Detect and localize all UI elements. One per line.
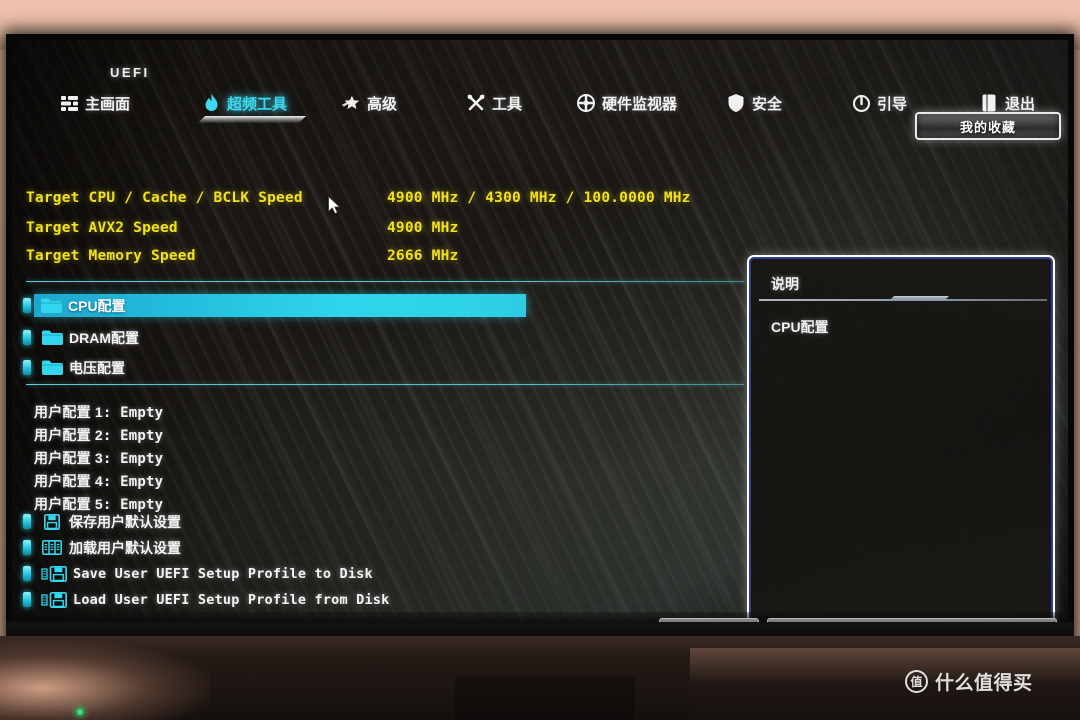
target-cpu-cache-bclk-value: 4900 MHz / 4300 MHz / 100.0000 MHz bbox=[387, 190, 691, 206]
divider-bottom bbox=[26, 384, 744, 385]
watermark-text: 什么值得买 bbox=[935, 673, 1033, 694]
user-profile-value: Empty bbox=[120, 474, 164, 490]
row-bullet bbox=[23, 566, 31, 581]
watermark-badge: 值 bbox=[905, 670, 928, 693]
row-bullet bbox=[23, 330, 31, 345]
monitor-stand bbox=[455, 676, 635, 720]
nav-tab-main[interactable]: 主画面 bbox=[60, 88, 130, 118]
description-panel: 说明 CPU配置 bbox=[747, 255, 1055, 642]
folder-icon bbox=[41, 360, 63, 376]
user-profile-row-2[interactable]: 用户配置 2: Empty bbox=[34, 425, 163, 446]
tools-icon bbox=[467, 94, 485, 112]
description-title: 说明 bbox=[771, 276, 799, 292]
user-profile-row-3[interactable]: 用户配置 3: Empty bbox=[34, 448, 163, 469]
uefi-brand-label: UEFI bbox=[110, 65, 150, 80]
row-bullet bbox=[23, 360, 31, 375]
user-profile-name: 用户配置 3 bbox=[34, 450, 103, 466]
target-avx2-value: 4900 MHz bbox=[387, 220, 459, 236]
desk-light-glow bbox=[0, 640, 210, 720]
action-label: 保存用户默认设置 bbox=[69, 513, 181, 530]
nav-tab-boot[interactable]: 引导 bbox=[852, 88, 907, 118]
action-load-uefi-profile-from-disk[interactable]: Load User UEFI Setup Profile from Disk bbox=[12, 588, 389, 611]
action-label: 加载用户默认设置 bbox=[69, 539, 181, 556]
nav-tab-hwmonitor[interactable]: 硬件监视器 bbox=[577, 88, 677, 118]
user-profile-row-1[interactable]: 用户配置 1: Empty bbox=[34, 402, 163, 423]
nav-tab-label: 硬件监视器 bbox=[602, 95, 678, 113]
my-favorites-button[interactable]: 我的收藏 bbox=[915, 112, 1061, 140]
menu-item-label: DRAM配置 bbox=[69, 329, 139, 346]
floppy-to-disk-icon bbox=[41, 565, 67, 582]
target-avx2-label: Target AVX2 Speed bbox=[26, 220, 178, 236]
menu-item-cpu-config[interactable]: CPU配置 bbox=[34, 294, 526, 317]
user-profile-value: Empty bbox=[120, 428, 164, 444]
nav-tab-label: 主画面 bbox=[85, 95, 131, 113]
description-rule-notch bbox=[889, 296, 949, 301]
load-columns-icon bbox=[41, 540, 63, 556]
nav-tab-label: 安全 bbox=[752, 95, 783, 113]
menu-item-dram-config[interactable]: DRAM配置 bbox=[12, 326, 139, 349]
power-icon bbox=[852, 94, 870, 112]
divider-top bbox=[26, 281, 744, 282]
nav-tab-label: 高级 bbox=[367, 95, 398, 113]
action-save-user-defaults[interactable]: 保存用户默认设置 bbox=[12, 510, 181, 533]
user-profile-name: 用户配置 4 bbox=[34, 473, 103, 489]
bios-screen: UEFI 主画面 超频工具 高级 工具 硬件监视器 安全 引导 退出 我的收藏 … bbox=[12, 40, 1068, 652]
menu-item-label: CPU配置 bbox=[68, 297, 126, 314]
nav-tab-label: 引导 bbox=[877, 95, 908, 113]
watermark: 值 什么值得买 bbox=[905, 668, 1033, 695]
folder-icon bbox=[40, 298, 62, 314]
target-memory-value: 2666 MHz bbox=[387, 248, 459, 264]
row-bullet bbox=[23, 540, 31, 555]
photo-scene: UEFI 主画面 超频工具 高级 工具 硬件监视器 安全 引导 退出 我的收藏 … bbox=[0, 0, 1080, 720]
row-bullet bbox=[23, 298, 31, 313]
menu-item-voltage-config[interactable]: 电压配置 bbox=[12, 356, 125, 379]
nav-tab-advanced[interactable]: 高级 bbox=[342, 88, 397, 118]
description-body: CPU配置 bbox=[771, 319, 829, 335]
action-label: Save User UEFI Setup Profile to Disk bbox=[73, 565, 373, 582]
exit-door-icon bbox=[980, 94, 998, 112]
nav-tab-tools[interactable]: 工具 bbox=[467, 88, 522, 118]
nav-tab-oc[interactable]: 超频工具 bbox=[202, 88, 287, 118]
power-led-indicator bbox=[77, 709, 83, 715]
star-icon bbox=[342, 94, 360, 112]
nav-tab-label: 退出 bbox=[1005, 95, 1036, 113]
action-save-uefi-profile-to-disk[interactable]: Save User UEFI Setup Profile to Disk bbox=[12, 562, 373, 585]
target-cpu-cache-bclk-label: Target CPU / Cache / BCLK Speed bbox=[26, 190, 303, 206]
top-navigation: 主画面 超频工具 高级 工具 硬件监视器 安全 引导 退出 bbox=[12, 88, 1068, 130]
nav-tab-label: 工具 bbox=[492, 95, 523, 113]
flame-icon bbox=[202, 94, 220, 112]
user-profile-value: Empty bbox=[120, 405, 164, 421]
user-profile-name: 用户配置 1 bbox=[34, 404, 103, 420]
action-label: Load User UEFI Setup Profile from Disk bbox=[73, 591, 390, 608]
monitor-target-icon bbox=[577, 94, 595, 112]
user-profile-value: Empty bbox=[120, 451, 164, 467]
nav-tab-label: 超频工具 bbox=[227, 95, 288, 113]
row-bullet bbox=[23, 592, 31, 607]
floppy-save-icon bbox=[41, 513, 63, 530]
folder-icon bbox=[41, 330, 63, 346]
active-tab-underline bbox=[198, 116, 306, 123]
user-profile-row-4[interactable]: 用户配置 4: Empty bbox=[34, 471, 163, 492]
menu-item-label: 电压配置 bbox=[69, 359, 125, 376]
shield-icon bbox=[727, 94, 745, 112]
action-load-user-defaults[interactable]: 加载用户默认设置 bbox=[12, 536, 181, 559]
user-profile-name: 用户配置 2 bbox=[34, 427, 103, 443]
target-memory-label: Target Memory Speed bbox=[26, 248, 196, 264]
settings-list-icon bbox=[60, 94, 78, 112]
floppy-from-disk-icon bbox=[41, 591, 67, 608]
nav-tab-security[interactable]: 安全 bbox=[727, 88, 782, 118]
row-bullet bbox=[23, 514, 31, 529]
